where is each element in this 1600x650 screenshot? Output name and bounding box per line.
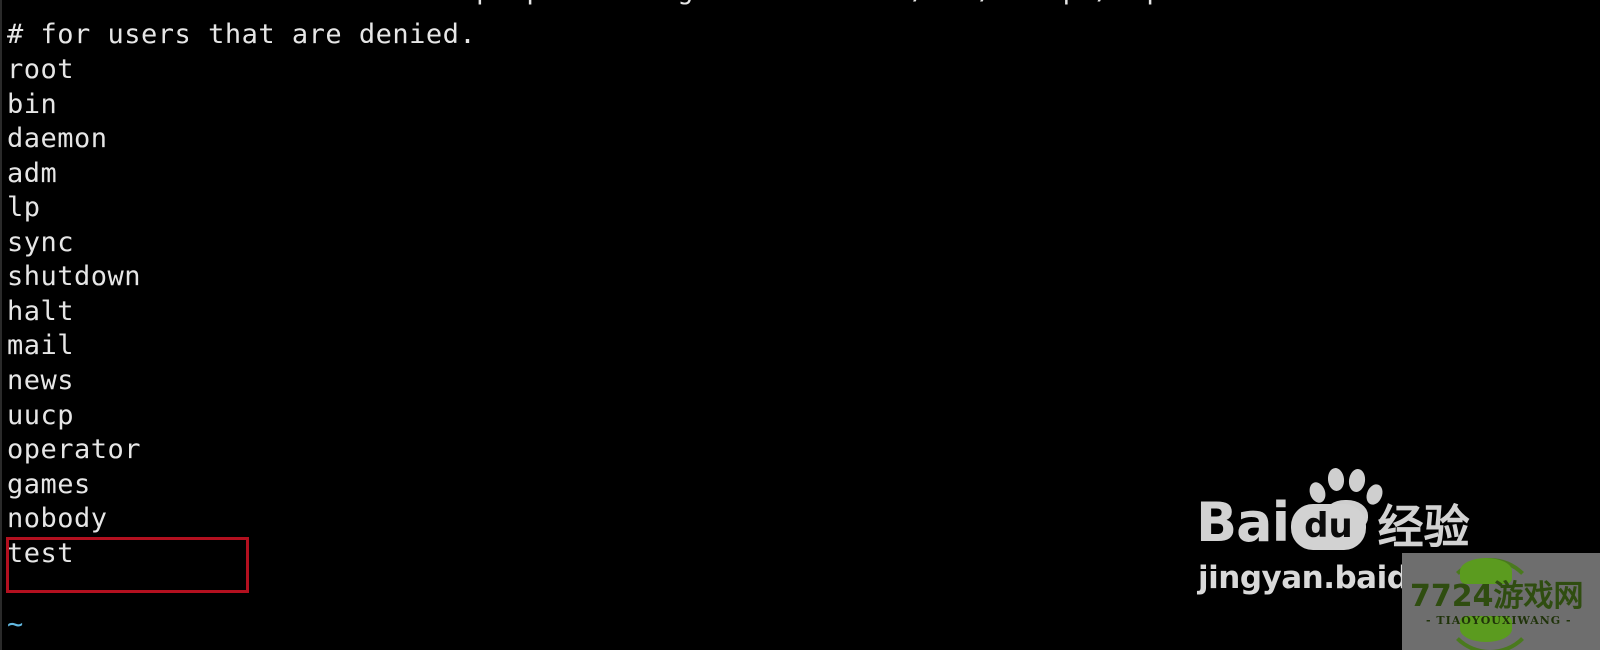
buffer-line-halt: halt <box>7 296 75 327</box>
buffer-line-mail: mail <box>7 330 75 361</box>
buffer-line-comment-1: # Note that the default vsftpd pam confi… <box>7 0 1247 8</box>
buffer-line-uucp: uucp <box>7 400 75 431</box>
buffer-line-sync: sync <box>7 227 75 258</box>
annotation-highlight-box <box>6 537 249 593</box>
buffer-line-lp: lp <box>7 192 41 223</box>
buffer-line-daemon: daemon <box>7 123 108 154</box>
buffer-line-news: news <box>7 365 75 396</box>
buffer-line-nobody: nobody <box>7 503 108 534</box>
buffer-line-bin: bin <box>7 89 58 120</box>
overlay-gray-block <box>1402 553 1600 650</box>
buffer-line-shutdown: shutdown <box>7 261 142 292</box>
buffer-line-operator: operator <box>7 434 142 465</box>
terminal-screen: # Note that the default vsftpd pam confi… <box>0 0 1600 650</box>
buffer-line-root: root <box>7 54 75 85</box>
buffer-line-comment-2: # for users that are denied. <box>7 19 477 50</box>
vim-empty-line-marker: ~ <box>7 609 24 640</box>
buffer-line-games: games <box>7 469 91 500</box>
buffer-line-adm: adm <box>7 158 58 189</box>
